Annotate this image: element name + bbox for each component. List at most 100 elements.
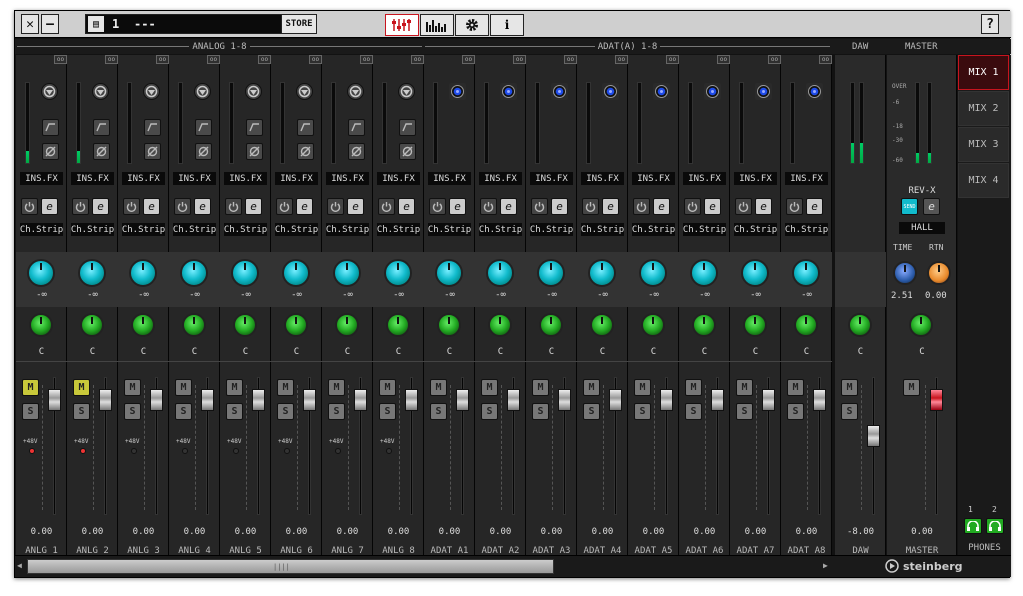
- phase-button[interactable]: [398, 83, 415, 100]
- scroll-right-icon[interactable]: ▶: [823, 561, 828, 570]
- solo-button[interactable]: S: [175, 403, 192, 420]
- phase-invert-button[interactable]: [42, 143, 59, 160]
- solo-button[interactable]: S: [328, 403, 345, 420]
- rev-send-knob[interactable]: [180, 259, 208, 287]
- rev-rtn-knob[interactable]: [927, 261, 951, 285]
- ins-fx-power-button[interactable]: [72, 198, 89, 215]
- ch-strip-label[interactable]: Ch.Strip: [479, 223, 522, 236]
- ins-fx-label[interactable]: INS.FX: [479, 172, 522, 185]
- mute-button[interactable]: M: [787, 379, 804, 396]
- stereo-pair-button[interactable]: oo: [309, 55, 322, 64]
- stereo-pair-button[interactable]: oo: [666, 55, 679, 64]
- ins-fx-label[interactable]: INS.FX: [530, 172, 573, 185]
- phase-button[interactable]: [296, 83, 313, 100]
- input-select-button[interactable]: [500, 83, 517, 100]
- pan-knob[interactable]: [233, 313, 257, 337]
- ins-fx-power-button[interactable]: [21, 198, 38, 215]
- ins-fx-edit-button[interactable]: e: [806, 198, 823, 215]
- stereo-pair-button[interactable]: oo: [717, 55, 730, 64]
- stereo-pair-button[interactable]: oo: [411, 55, 424, 64]
- rev-send-knob[interactable]: [333, 259, 361, 287]
- ins-fx-label[interactable]: INS.FX: [224, 172, 267, 185]
- rev-send-knob[interactable]: [792, 259, 820, 287]
- ins-fx-edit-button[interactable]: e: [602, 198, 619, 215]
- channel-fader[interactable]: [711, 389, 724, 411]
- ins-fx-power-button[interactable]: [174, 198, 191, 215]
- daw-fader[interactable]: [867, 425, 880, 447]
- phase-button[interactable]: [92, 83, 109, 100]
- channel-fader[interactable]: [507, 389, 520, 411]
- ch-strip-label[interactable]: Ch.Strip: [683, 223, 726, 236]
- hpf-button[interactable]: [297, 119, 314, 136]
- rev-send-button[interactable]: SEND: [901, 198, 918, 215]
- ch-strip-label[interactable]: Ch.Strip: [734, 223, 777, 236]
- daw-mute-button[interactable]: M: [841, 379, 858, 396]
- stereo-pair-button[interactable]: oo: [615, 55, 628, 64]
- ch-strip-label[interactable]: Ch.Strip: [530, 223, 573, 236]
- rev-send-knob[interactable]: [231, 259, 259, 287]
- pan-knob[interactable]: [80, 313, 104, 337]
- ins-fx-edit-button[interactable]: e: [194, 198, 211, 215]
- ins-fx-edit-button[interactable]: e: [755, 198, 772, 215]
- ch-strip-label[interactable]: Ch.Strip: [428, 223, 471, 236]
- mute-button[interactable]: M: [736, 379, 753, 396]
- pan-knob[interactable]: [488, 313, 512, 337]
- ins-fx-label[interactable]: INS.FX: [122, 172, 165, 185]
- rev-send-knob[interactable]: [435, 259, 463, 287]
- ins-fx-power-button[interactable]: [123, 198, 140, 215]
- ch-strip-label[interactable]: Ch.Strip: [224, 223, 267, 236]
- tab-settings[interactable]: [455, 14, 489, 36]
- channel-fader[interactable]: [813, 389, 826, 411]
- input-select-button[interactable]: [653, 83, 670, 100]
- solo-button[interactable]: S: [583, 403, 600, 420]
- ins-fx-power-button[interactable]: [276, 198, 293, 215]
- solo-button[interactable]: S: [736, 403, 753, 420]
- ins-fx-label[interactable]: INS.FX: [173, 172, 216, 185]
- phase-invert-button[interactable]: [195, 143, 212, 160]
- mute-button[interactable]: M: [277, 379, 294, 396]
- ch-strip-label[interactable]: Ch.Strip: [581, 223, 624, 236]
- ins-fx-label[interactable]: INS.FX: [326, 172, 369, 185]
- solo-button[interactable]: S: [226, 403, 243, 420]
- ins-fx-label[interactable]: INS.FX: [377, 172, 420, 185]
- solo-button[interactable]: S: [22, 403, 39, 420]
- ins-fx-label[interactable]: INS.FX: [428, 172, 471, 185]
- close-button[interactable]: ✕: [21, 14, 39, 34]
- rev-send-knob[interactable]: [384, 259, 412, 287]
- ins-fx-power-button[interactable]: [429, 198, 446, 215]
- mute-button[interactable]: M: [481, 379, 498, 396]
- tab-mix-4[interactable]: MIX 4: [958, 163, 1009, 198]
- phase-invert-button[interactable]: [246, 143, 263, 160]
- ins-fx-label[interactable]: INS.FX: [20, 172, 63, 185]
- ins-fx-label[interactable]: INS.FX: [734, 172, 777, 185]
- ch-strip-label[interactable]: Ch.Strip: [173, 223, 216, 236]
- ins-fx-edit-button[interactable]: e: [245, 198, 262, 215]
- phase-button[interactable]: [41, 83, 58, 100]
- phase-button[interactable]: [194, 83, 211, 100]
- rev-edit-button[interactable]: e: [923, 198, 940, 215]
- pan-knob[interactable]: [29, 313, 53, 337]
- ins-fx-edit-button[interactable]: e: [500, 198, 517, 215]
- mute-button[interactable]: M: [124, 379, 141, 396]
- ins-fx-edit-button[interactable]: e: [143, 198, 160, 215]
- master-mute-button[interactable]: M: [903, 379, 920, 396]
- tab-mixer[interactable]: [385, 14, 419, 36]
- store-button[interactable]: STORE: [281, 14, 317, 34]
- solo-button[interactable]: S: [124, 403, 141, 420]
- mute-button[interactable]: M: [685, 379, 702, 396]
- ins-fx-power-button[interactable]: [786, 198, 803, 215]
- solo-button[interactable]: S: [277, 403, 294, 420]
- mute-button[interactable]: M: [634, 379, 651, 396]
- stereo-pair-button[interactable]: oo: [105, 55, 118, 64]
- solo-button[interactable]: S: [532, 403, 549, 420]
- channel-fader[interactable]: [252, 389, 265, 411]
- pan-knob[interactable]: [284, 313, 308, 337]
- ins-fx-power-button[interactable]: [378, 198, 395, 215]
- phase-invert-button[interactable]: [297, 143, 314, 160]
- daw-solo-button[interactable]: S: [841, 403, 858, 420]
- pan-knob[interactable]: [182, 313, 206, 337]
- pan-knob[interactable]: [539, 313, 563, 337]
- mute-button[interactable]: M: [379, 379, 396, 396]
- ins-fx-power-button[interactable]: [327, 198, 344, 215]
- stereo-pair-button[interactable]: oo: [156, 55, 169, 64]
